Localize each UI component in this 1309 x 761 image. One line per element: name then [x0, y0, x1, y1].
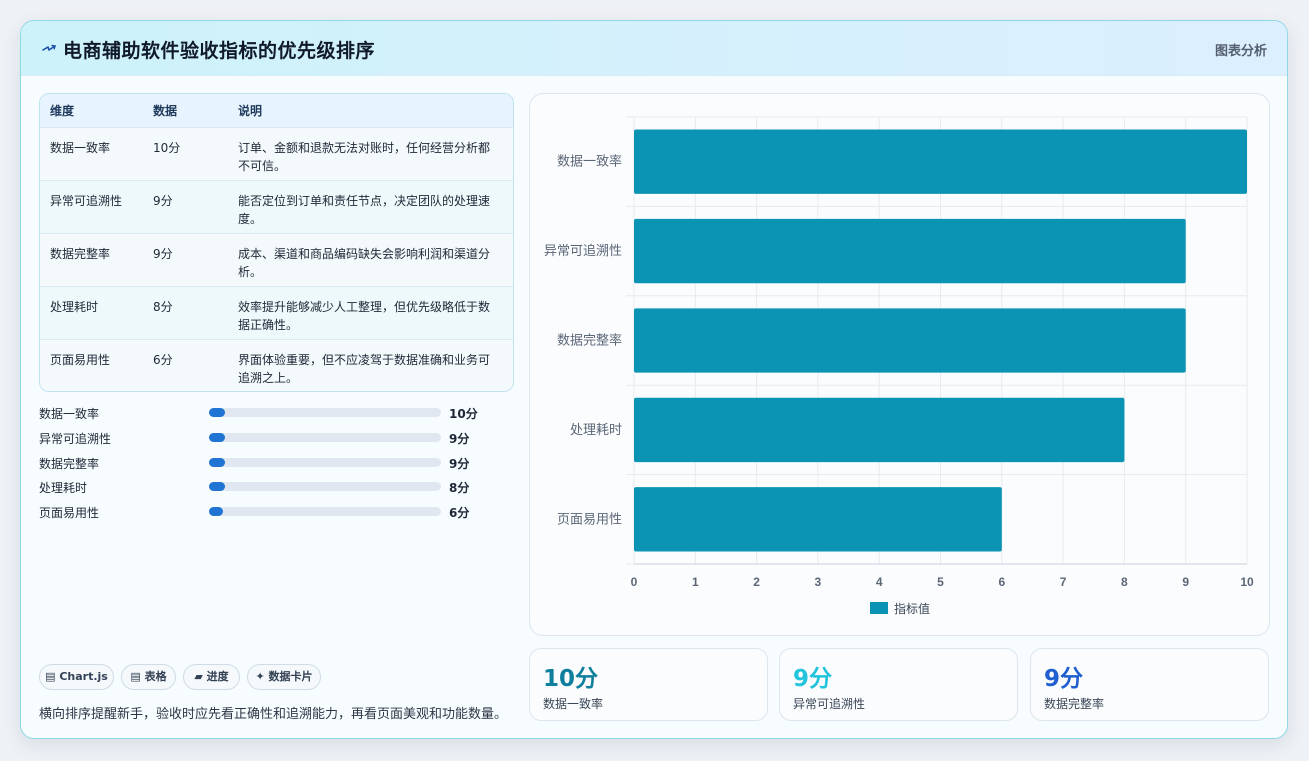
stat-card: 10分 数据一致率	[529, 648, 768, 721]
progress-fill	[209, 408, 226, 417]
y-tick-label: 页面易用性	[557, 511, 622, 526]
x-tick-label: 9	[1182, 575, 1189, 589]
x-tick-label: 4	[876, 575, 883, 589]
progress-row: 数据完整率 9分	[39, 453, 514, 478]
table-row: 处理耗时 8分 效率提升能够减少人工整理，但优先级略低于数据正确性。	[40, 286, 513, 339]
progress-row: 页面易用性 6分	[39, 502, 514, 527]
cell-value: 10分	[153, 140, 181, 155]
progress-label: 处理耗时	[39, 481, 88, 496]
chip-table[interactable]: ▤ 表格	[121, 664, 176, 690]
y-tick-label: 处理耗时	[570, 422, 622, 437]
cell-dimension: 处理耗时	[50, 299, 99, 314]
dashboard-card: 电商辅助软件验收指标的优先级排序 图表分析 维度 数据 说明 数据一致率 10分…	[20, 20, 1288, 739]
progress-fill	[209, 482, 226, 492]
lightning-icon	[42, 44, 56, 51]
cell-dimension: 异常可追溯性	[50, 193, 123, 208]
cell-description: 效率提升能够减少人工整理，但优先级略低于数据正确性。	[238, 299, 491, 332]
progress-fill	[209, 457, 226, 467]
chip-data-cards[interactable]: ✦ 数据卡片	[247, 664, 321, 690]
progress-track	[209, 507, 441, 517]
progress-row: 异常可追溯性 9分	[39, 428, 514, 453]
header: 电商辅助软件验收指标的优先级排序 图表分析	[21, 21, 1287, 76]
x-tick-label: 3	[815, 575, 822, 589]
table-header-row: 维度 数据 说明	[40, 94, 513, 127]
stat-card: 9分 数据完整率	[1030, 648, 1269, 721]
table-row: 页面易用性 6分 界面体验重要，但不应凌驾于数据准确和业务可追溯之上。	[40, 339, 513, 391]
x-tick-label: 1	[692, 575, 699, 589]
legend-label: 指标值	[894, 601, 930, 616]
x-tick-label: 7	[1060, 575, 1067, 589]
chip-progress[interactable]: ▰ 进度	[183, 664, 240, 690]
y-tick-label: 数据完整率	[557, 333, 622, 348]
cell-value: 6分	[153, 352, 173, 367]
progress-value: 8分	[449, 481, 470, 496]
bar-chart: 数据一致率异常可追溯性数据完整率处理耗时页面易用性 0 1 2 3 4 5 6 7 8 9 10 指标值	[544, 116, 1254, 616]
stat-label: 数据完整率	[1044, 697, 1105, 711]
table-row: 异常可追溯性 9分 能否定位到订单和责任节点，决定团队的处理速度。	[40, 180, 513, 233]
table-row: 数据完整率 9分 成本、渠道和商品编码缺失会影响利润和渠道分析。	[40, 233, 513, 286]
y-tick-label: 数据一致率	[557, 154, 622, 169]
table-row: 数据一致率 10分 订单、金额和退款无法对账时，任何经营分析都不可信。	[40, 127, 513, 180]
y-tick-label: 异常可追溯性	[544, 243, 622, 258]
legend-swatch	[870, 602, 888, 614]
metrics-table: 维度 数据 说明 数据一致率 10分 订单、金额和退款无法对账时，任何经营分析都…	[39, 93, 514, 392]
column-header-dimension: 维度	[50, 103, 75, 118]
x-tick-label: 10	[1240, 575, 1254, 589]
x-tick-label: 0	[631, 575, 638, 589]
progress-list: 数据一致率 10分 异常可追溯性 9分 数据完整率 9分 处理耗时 8分 页面易…	[39, 403, 514, 527]
bar	[634, 218, 1186, 284]
bar	[634, 308, 1186, 373]
chart-panel: 数据一致率异常可追溯性数据完整率处理耗时页面易用性 0 1 2 3 4 5 6 7 8 9 10 指标值	[529, 93, 1270, 636]
stat-label: 数据一致率	[543, 697, 604, 711]
x-tick-label: 2	[753, 575, 760, 589]
cell-description: 能否定位到订单和责任节点，决定团队的处理速度。	[238, 193, 491, 226]
bar	[634, 129, 1247, 194]
progress-value: 9分	[449, 456, 470, 471]
cell-dimension: 数据一致率	[50, 140, 111, 155]
progress-row: 数据一致率 10分	[39, 403, 514, 428]
progress-fill	[209, 432, 226, 442]
column-header-description: 说明	[238, 103, 263, 118]
progress-label: 异常可追溯性	[39, 431, 112, 446]
cell-value: 9分	[153, 193, 173, 208]
progress-label: 数据完整率	[39, 456, 100, 471]
cell-description: 成本、渠道和商品编码缺失会影响利润和渠道分析。	[238, 246, 491, 279]
stat-label: 异常可追溯性	[793, 697, 866, 711]
x-tick-label: 8	[1121, 575, 1128, 589]
cell-dimension: 数据完整率	[50, 246, 111, 261]
footnote: 横向排序提醒新手，验收时应先看正确性和追溯能力，再看页面美观和功能数量。	[39, 707, 508, 722]
stat-card: 9分 异常可追溯性	[779, 648, 1018, 721]
x-tick-label: 5	[937, 575, 944, 589]
progress-value: 9分	[449, 431, 470, 446]
stat-value: 9分	[1044, 666, 1084, 692]
progress-track	[209, 482, 441, 492]
progress-track	[209, 457, 441, 467]
progress-label: 数据一致率	[39, 407, 100, 421]
progress-value: 10分	[449, 407, 478, 421]
header-tag: 图表分析	[1214, 44, 1267, 59]
cell-dimension: 页面易用性	[50, 352, 111, 367]
progress-track	[209, 408, 441, 417]
cell-value: 8分	[153, 299, 173, 314]
cell-description: 界面体验重要，但不应凌驾于数据准确和业务可追溯之上。	[238, 352, 491, 385]
bar	[634, 487, 1002, 552]
page-title: 电商辅助软件验收指标的优先级排序	[63, 40, 376, 62]
progress-fill	[209, 507, 223, 517]
progress-value: 6分	[449, 506, 470, 521]
cell-description: 订单、金额和退款无法对账时，任何经营分析都不可信。	[238, 140, 491, 173]
stat-value: 9分	[793, 666, 833, 692]
bar	[634, 397, 1125, 463]
progress-track	[209, 432, 441, 442]
progress-label: 页面易用性	[39, 506, 100, 521]
chip-chartjs[interactable]: ▤ Chart.js	[39, 664, 114, 690]
x-tick-label: 6	[998, 575, 1005, 589]
column-header-value: 数据	[153, 103, 178, 118]
progress-row: 处理耗时 8分	[39, 477, 514, 502]
stat-value: 10分	[543, 666, 599, 692]
cell-value: 9分	[153, 246, 173, 261]
